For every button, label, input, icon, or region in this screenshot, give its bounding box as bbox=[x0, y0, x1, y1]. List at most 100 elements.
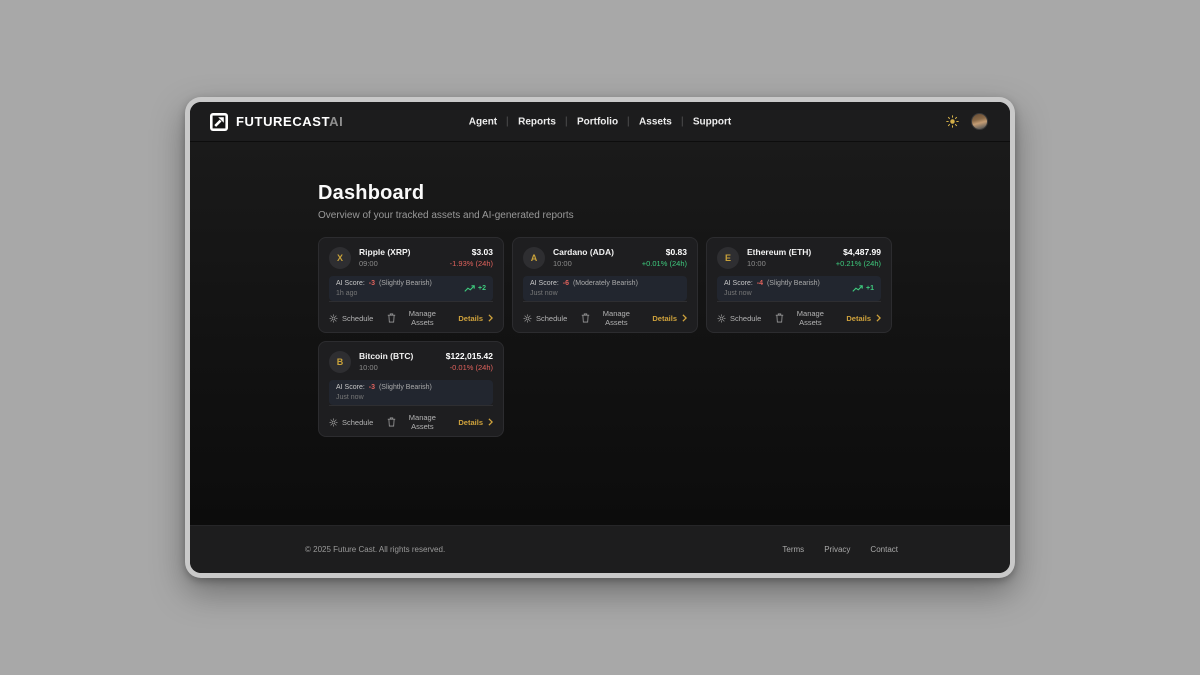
ai-sentiment: (Slightly Bearish) bbox=[767, 280, 820, 287]
asset-price: $0.83 bbox=[642, 247, 687, 257]
manage-assets-button[interactable]: Manage Assets bbox=[387, 309, 444, 327]
card-actions: Schedule Manage Assets Details bbox=[329, 302, 493, 327]
manage-assets-label: Manage Assets bbox=[400, 413, 444, 431]
ai-score-value: -3 bbox=[369, 280, 375, 287]
ai-score-value: -3 bbox=[369, 384, 375, 391]
ai-score-strip: AI Score: -4 (Slightly Bearish) Just now bbox=[717, 276, 881, 301]
app-window: FUTURECASTAI Agent Reports Portfolio Ass… bbox=[185, 97, 1015, 578]
asset-card-ada: A Cardano (ADA) 10:00 $0.83 +0.01% (24h) bbox=[512, 237, 698, 333]
asset-change: -1.93% (24h) bbox=[450, 259, 493, 268]
nav-separator bbox=[682, 117, 683, 127]
manage-assets-button[interactable]: Manage Assets bbox=[387, 413, 444, 431]
brand-name-ai: AI bbox=[329, 114, 343, 129]
schedule-button[interactable]: Schedule bbox=[329, 418, 373, 427]
ai-score-strip: AI Score: -3 (Slightly Bearish) 1h ago bbox=[329, 276, 493, 301]
ai-score-strip: AI Score: -6 (Moderately Bearish) Just n… bbox=[523, 276, 687, 301]
ai-updated-time: 1h ago bbox=[336, 290, 432, 297]
trending-up-icon bbox=[464, 285, 475, 293]
card-actions: Schedule Manage Assets Details bbox=[329, 406, 493, 431]
nav-separator bbox=[566, 117, 567, 127]
copyright-text: © 2025 Future Cast. All rights reserved. bbox=[305, 545, 445, 554]
chevron-right-icon bbox=[488, 314, 493, 322]
footer-link-terms[interactable]: Terms bbox=[782, 545, 804, 554]
ai-score-label: AI Score: bbox=[724, 280, 753, 287]
trend-delta: +1 bbox=[866, 285, 874, 292]
schedule-label: Schedule bbox=[536, 314, 567, 323]
details-label: Details bbox=[652, 314, 677, 323]
nav-separator bbox=[507, 117, 508, 127]
footer-link-contact[interactable]: Contact bbox=[870, 545, 898, 554]
page-title: Dashboard bbox=[318, 182, 882, 205]
trash-icon bbox=[387, 313, 396, 323]
trend-badge: +1 bbox=[852, 285, 874, 293]
details-label: Details bbox=[458, 314, 483, 323]
schedule-label: Schedule bbox=[730, 314, 761, 323]
brand-name: FUTURECASTAI bbox=[236, 114, 343, 129]
asset-time: 09:00 bbox=[359, 259, 410, 268]
user-avatar[interactable] bbox=[971, 113, 988, 130]
ai-score-label: AI Score: bbox=[530, 280, 559, 287]
sun-icon[interactable] bbox=[946, 115, 959, 128]
asset-change: -0.01% (24h) bbox=[446, 363, 493, 372]
trash-icon bbox=[387, 417, 396, 427]
manage-assets-button[interactable]: Manage Assets bbox=[581, 309, 638, 327]
nav-separator bbox=[628, 117, 629, 127]
details-button[interactable]: Details bbox=[652, 314, 687, 323]
nav-item-portfolio[interactable]: Portfolio bbox=[577, 116, 618, 127]
trash-icon bbox=[775, 313, 784, 323]
ai-updated-time: Just now bbox=[530, 290, 638, 297]
asset-price: $122,015.42 bbox=[446, 351, 493, 361]
asset-badge: X bbox=[329, 247, 351, 269]
ai-score-label: AI Score: bbox=[336, 384, 365, 391]
card-header: X Ripple (XRP) 09:00 $3.03 -1.93% (24h) bbox=[329, 247, 493, 269]
schedule-button[interactable]: Schedule bbox=[329, 314, 373, 323]
asset-change: +0.21% (24h) bbox=[836, 259, 881, 268]
asset-name: Bitcoin (BTC) bbox=[359, 351, 413, 361]
ai-score-label: AI Score: bbox=[336, 280, 365, 287]
details-label: Details bbox=[846, 314, 871, 323]
asset-card-eth: E Ethereum (ETH) 10:00 $4,487.99 +0.21% … bbox=[706, 237, 892, 333]
details-button[interactable]: Details bbox=[458, 418, 493, 427]
main-content: Dashboard Overview of your tracked asset… bbox=[190, 142, 1010, 525]
asset-name: Ethereum (ETH) bbox=[747, 247, 811, 257]
asset-card-xrp: X Ripple (XRP) 09:00 $3.03 -1.93% (24h) bbox=[318, 237, 504, 333]
card-header: B Bitcoin (BTC) 10:00 $122,015.42 -0.01%… bbox=[329, 351, 493, 373]
card-actions: Schedule Manage Assets Details bbox=[523, 302, 687, 327]
chevron-right-icon bbox=[682, 314, 687, 322]
nav-item-agent[interactable]: Agent bbox=[469, 116, 497, 127]
details-button[interactable]: Details bbox=[846, 314, 881, 323]
brand[interactable]: FUTURECASTAI bbox=[190, 113, 343, 131]
asset-name: Ripple (XRP) bbox=[359, 247, 410, 257]
manage-assets-button[interactable]: Manage Assets bbox=[775, 309, 832, 327]
logo-icon bbox=[210, 113, 228, 131]
chevron-right-icon bbox=[488, 418, 493, 426]
gear-icon bbox=[717, 314, 726, 323]
asset-name: Cardano (ADA) bbox=[553, 247, 614, 257]
manage-assets-label: Manage Assets bbox=[594, 309, 638, 327]
nav-item-assets[interactable]: Assets bbox=[639, 116, 672, 127]
ai-score-strip: AI Score: -3 (Slightly Bearish) Just now bbox=[329, 380, 493, 405]
details-button[interactable]: Details bbox=[458, 314, 493, 323]
ai-sentiment: (Slightly Bearish) bbox=[379, 384, 432, 391]
ai-score-value: -6 bbox=[563, 280, 569, 287]
app-header: FUTURECASTAI Agent Reports Portfolio Ass… bbox=[190, 102, 1010, 142]
details-label: Details bbox=[458, 418, 483, 427]
trash-icon bbox=[581, 313, 590, 323]
schedule-label: Schedule bbox=[342, 314, 373, 323]
gear-icon bbox=[523, 314, 532, 323]
asset-time: 10:00 bbox=[359, 363, 413, 372]
ai-score-value: -4 bbox=[757, 280, 763, 287]
trend-delta: +2 bbox=[478, 285, 486, 292]
card-header: E Ethereum (ETH) 10:00 $4,487.99 +0.21% … bbox=[717, 247, 881, 269]
gear-icon bbox=[329, 314, 338, 323]
nav-item-support[interactable]: Support bbox=[693, 116, 731, 127]
header-actions bbox=[946, 113, 1010, 130]
nav-item-reports[interactable]: Reports bbox=[518, 116, 556, 127]
ai-sentiment: (Slightly Bearish) bbox=[379, 280, 432, 287]
schedule-button[interactable]: Schedule bbox=[717, 314, 761, 323]
ai-sentiment: (Moderately Bearish) bbox=[573, 280, 638, 287]
ai-updated-time: Just now bbox=[724, 290, 820, 297]
footer-link-privacy[interactable]: Privacy bbox=[824, 545, 850, 554]
app-footer: © 2025 Future Cast. All rights reserved.… bbox=[190, 525, 1010, 573]
schedule-button[interactable]: Schedule bbox=[523, 314, 567, 323]
